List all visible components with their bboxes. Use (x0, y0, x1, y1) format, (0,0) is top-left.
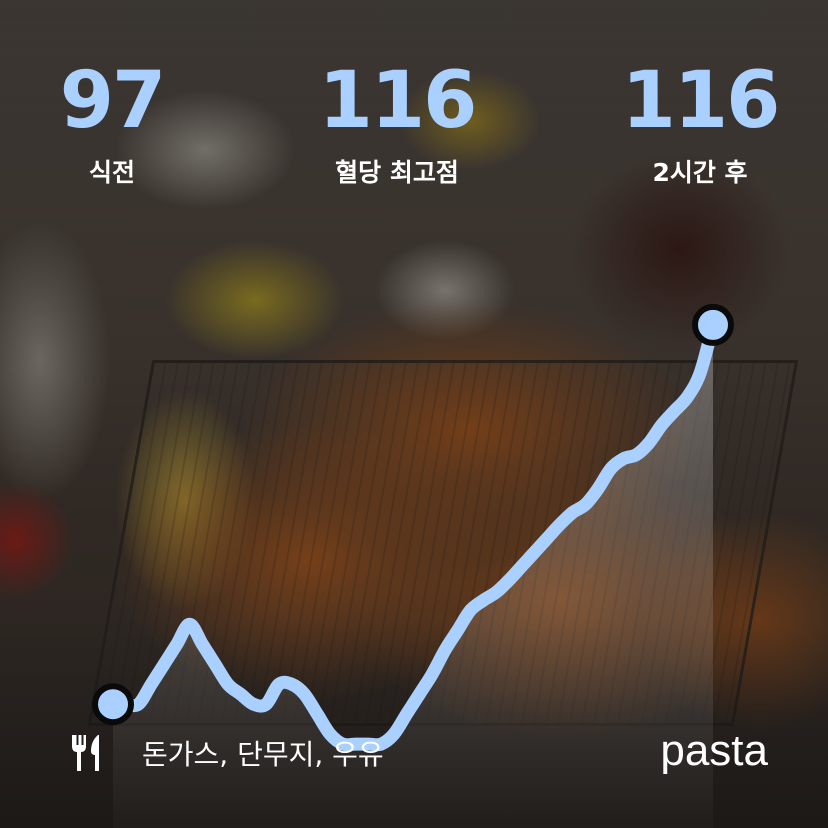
utensils-icon (72, 735, 99, 771)
meal-footer: 돈가스, 단무지, 우유 (68, 733, 384, 773)
glucose-line-chart (92, 303, 734, 828)
meal-menu-text: 돈가스, 단무지, 우유 (142, 738, 384, 771)
chart-end-point (692, 303, 734, 346)
chart-start-point (92, 683, 134, 726)
glucose-card: 97 식전 116 혈당 최고점 116 2시간 후 돈가스, 단무지, 우유 … (0, 0, 828, 828)
brand-logo: pasta (660, 726, 768, 775)
